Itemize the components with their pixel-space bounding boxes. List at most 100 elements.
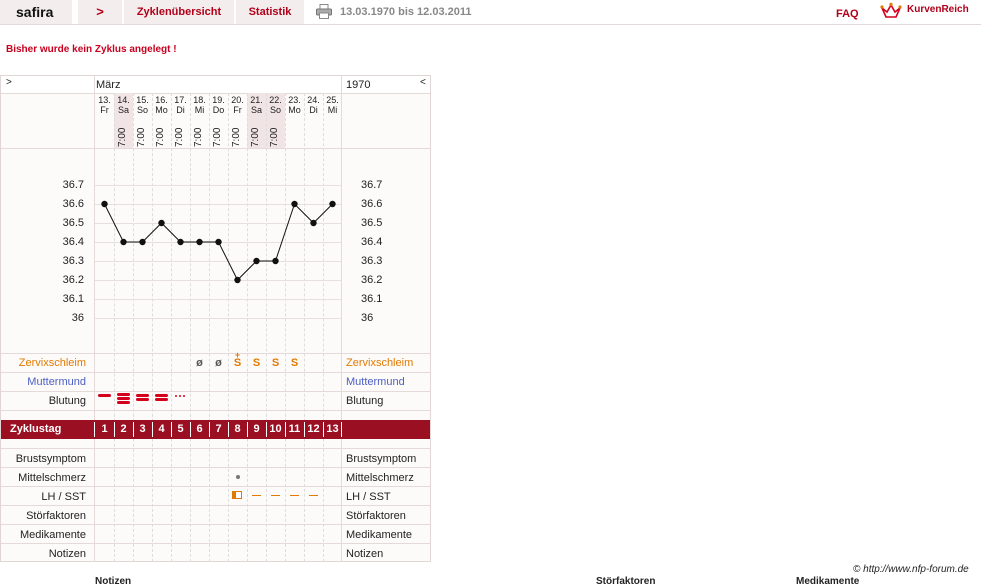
bleeding-mark[interactable] [117, 401, 130, 404]
cycle-day-number: 10 [269, 423, 282, 435]
day-weekday: Di [176, 105, 185, 115]
cycle-day-separator [285, 422, 286, 437]
column-divider [209, 93, 210, 562]
measure-time: 7:00 [212, 127, 223, 147]
column-divider [228, 93, 229, 562]
day-weekday: Mi [194, 105, 205, 115]
column-divider [323, 93, 324, 562]
zervix-value[interactable]: ø [190, 357, 209, 369]
row-label-right-mittel: Mittelschmerz [346, 472, 414, 484]
mittelschmerz-dot[interactable] [235, 475, 240, 479]
bleeding-mark[interactable] [155, 394, 168, 397]
y-tick-left: 36.2 [62, 274, 84, 286]
measure-time: 7:00 [250, 127, 261, 147]
chart-next-button[interactable]: < [420, 77, 426, 88]
column-divider [152, 93, 153, 562]
y-tick-right: 36.4 [361, 236, 383, 248]
row-label-right-brust: Brustsymptom [346, 453, 417, 465]
y-tick-right: 36.3 [361, 255, 383, 267]
lh-dash[interactable] [290, 495, 299, 496]
lh-dash[interactable] [252, 495, 261, 496]
column-divider [133, 93, 134, 562]
temp-gridline [95, 280, 342, 281]
column-divider [171, 93, 172, 562]
bleeding-mark[interactable] [136, 398, 149, 401]
cycle-day-number: 9 [253, 423, 260, 435]
bleeding-mark[interactable] [117, 397, 130, 400]
row-line [1, 391, 430, 392]
column-divider [285, 93, 286, 562]
zervix-value[interactable]: S [266, 357, 285, 369]
row-label-brust: Brustsymptom [15, 453, 86, 465]
zervix-value[interactable]: S [247, 357, 266, 369]
day-weekday: Mi [327, 105, 338, 115]
column-divider [266, 93, 267, 562]
row-label-mutter: Muttermund [27, 376, 86, 388]
y-tick-left: 36.7 [62, 179, 84, 191]
day-number: 19. [212, 95, 225, 105]
cycle-day-separator [94, 422, 95, 437]
row-line [1, 543, 430, 544]
column-divider [114, 93, 115, 562]
cycle-day-separator [190, 422, 191, 437]
row-label-right-lh: LH / SST [346, 491, 391, 503]
measure-time: 7:00 [136, 127, 147, 147]
cycle-day-number: 2 [120, 423, 127, 435]
day-weekday: Mo [288, 105, 301, 115]
day-weekday: Di [309, 105, 318, 115]
measure-time: 7:00 [193, 127, 204, 147]
column-divider [304, 93, 305, 562]
chart-prev-button[interactable]: > [6, 77, 12, 88]
y-tick-right: 36.1 [361, 293, 383, 305]
y-tick-left: 36.4 [62, 236, 84, 248]
day-number: 16. [155, 95, 168, 105]
bleeding-dot[interactable] [175, 395, 177, 397]
cycle-day-number: 5 [177, 423, 184, 435]
cycle-day-separator [152, 422, 153, 437]
row-line [1, 353, 430, 354]
cycle-day-number: 8 [234, 423, 241, 435]
lh-dash[interactable] [271, 495, 280, 496]
bleeding-mark[interactable] [155, 398, 168, 401]
row-label-right-zervix: Zervixschleim [346, 357, 414, 369]
measure-time: 7:00 [117, 127, 128, 147]
bleeding-mark[interactable] [117, 393, 130, 396]
day-number: 18. [193, 95, 206, 105]
y-tick-right: 36.7 [361, 179, 383, 191]
y-tick-left: 36 [71, 312, 84, 324]
cycle-day-number: 13 [326, 423, 339, 435]
row-label-right-blutung: Blutung [346, 395, 384, 407]
bleeding-mark[interactable] [98, 394, 111, 397]
bleeding-mark[interactable] [136, 394, 149, 397]
row-label-right-medik: Medikamente [346, 529, 413, 541]
row-line [1, 372, 430, 373]
y-tick-right: 36.5 [361, 217, 383, 229]
row-label-stoer: Störfaktoren [26, 510, 86, 522]
cycle-day-number: 3 [139, 423, 146, 435]
bleeding-dot[interactable] [179, 395, 181, 397]
bleeding-dot[interactable] [183, 395, 185, 397]
temp-gridline [95, 185, 342, 186]
lh-dash[interactable] [309, 495, 318, 496]
measure-time: 7:00 [231, 127, 242, 147]
zervix-value[interactable]: S [285, 357, 304, 369]
y-tick-left: 36.1 [62, 293, 84, 305]
row-label-zervix: Zervixschleim [18, 357, 86, 369]
day-number: 21. [250, 95, 263, 105]
cycle-day-number: 12 [307, 423, 320, 435]
day-weekday: So [136, 105, 148, 115]
zervix-value[interactable]: ø [209, 357, 228, 369]
measure-time: 7:00 [155, 127, 166, 147]
y-tick-right: 36.6 [361, 198, 383, 210]
row-line [1, 467, 430, 468]
y-tick-left: 36.3 [62, 255, 84, 267]
row-label-medik: Medikamente [19, 529, 86, 541]
y-tick-left: 36.6 [62, 198, 84, 210]
temp-gridline [95, 242, 342, 243]
day-number: 25. [326, 95, 339, 105]
copyright-footer: © http://www.nfp-forum.de [853, 564, 969, 575]
day-weekday: Fr [100, 105, 109, 115]
cycle-day-number: 4 [158, 423, 165, 435]
cycle-day-separator [304, 422, 305, 437]
day-number: 24. [307, 95, 320, 105]
